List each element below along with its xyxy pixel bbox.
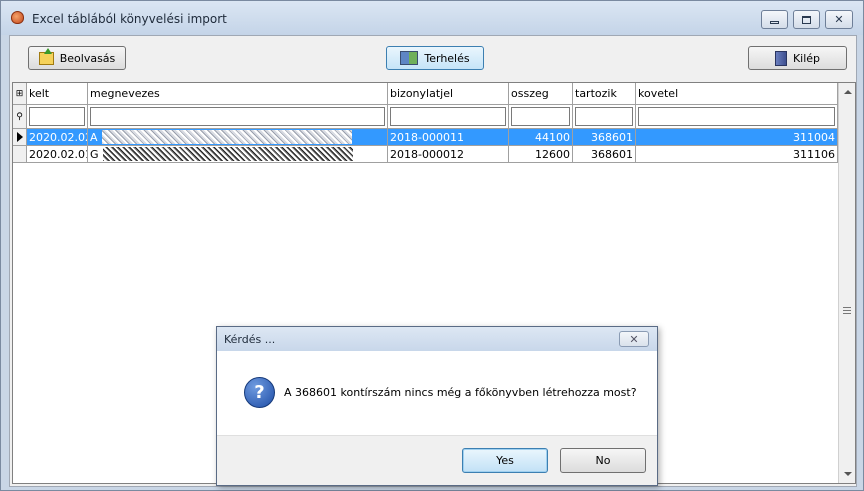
- scroll-grip-icon: [843, 307, 851, 314]
- current-row-arrow-icon: [16, 132, 23, 142]
- filter-cell: [636, 105, 838, 129]
- dialog-close-button[interactable]: ✕: [619, 331, 649, 347]
- row-indicator: [13, 129, 27, 146]
- grid-header-row: ⊞ kelt megnevezes bizonylatjel osszeg ta…: [13, 83, 838, 105]
- cell-megnevezes-text: G: [90, 147, 99, 161]
- minimize-button[interactable]: [761, 10, 788, 29]
- col-header-megnevezes[interactable]: megnevezes: [88, 83, 388, 105]
- cell-bizonylatjel[interactable]: 2018-000011: [388, 129, 509, 146]
- door-icon: [774, 50, 787, 66]
- maximize-button[interactable]: [793, 10, 820, 29]
- filter-cell: [509, 105, 573, 129]
- post-button[interactable]: Terhelés: [386, 46, 484, 70]
- window-title: Excel táblából könyvelési import: [32, 12, 227, 26]
- title-bar: Excel táblából könyvelési import ✕: [1, 1, 863, 35]
- app-icon: [11, 11, 24, 24]
- col-header-kelt[interactable]: kelt: [27, 83, 88, 105]
- minimize-icon: [770, 21, 779, 24]
- maximize-icon: [802, 15, 811, 24]
- redacted-text: [102, 147, 353, 161]
- filter-kovetel-input[interactable]: [638, 107, 835, 126]
- grid-filter-row: ⚲: [13, 105, 838, 129]
- table-row[interactable]: 2020.02.02. A 2018-000011 44100 368601 3…: [13, 129, 838, 146]
- dialog-title-bar: Kérdés ... ✕: [217, 327, 657, 351]
- table-row[interactable]: 2020.02.01. G 2018-000012 12600 368601 3…: [13, 146, 838, 163]
- cell-tartozik[interactable]: 368601: [573, 129, 636, 146]
- cell-tartozik[interactable]: 368601: [573, 146, 636, 163]
- col-header-bizonylatjel[interactable]: bizonylatjel: [388, 83, 509, 105]
- no-button[interactable]: No: [560, 448, 646, 473]
- column-chooser-icon[interactable]: ⊞: [13, 83, 27, 105]
- yes-button[interactable]: Yes: [462, 448, 548, 473]
- filter-cell: [388, 105, 509, 129]
- post-button-label: Terhelés: [424, 51, 470, 65]
- col-header-tartozik[interactable]: tartozik: [573, 83, 636, 105]
- binoculars-icon: ⚲: [13, 105, 27, 129]
- cell-megnevezes[interactable]: G: [88, 146, 388, 163]
- cell-kovetel[interactable]: 311004: [636, 129, 838, 146]
- read-button[interactable]: Beolvasás: [28, 46, 126, 70]
- cell-megnevezes[interactable]: A: [88, 129, 388, 146]
- arrow-up-icon: [843, 90, 852, 94]
- redacted-text: [101, 130, 352, 144]
- filter-kelt-input[interactable]: [29, 107, 85, 126]
- scroll-up-button[interactable]: [840, 84, 855, 100]
- filter-megnevezes-input[interactable]: [90, 107, 385, 126]
- folder-open-icon: [38, 47, 54, 65]
- exit-button-label: Kilép: [792, 51, 821, 65]
- col-header-osszeg[interactable]: osszeg: [509, 83, 573, 105]
- scroll-down-button[interactable]: [840, 466, 855, 482]
- dialog-title: Kérdés ...: [224, 333, 276, 346]
- close-icon: ✕: [629, 332, 639, 346]
- exit-button[interactable]: Kilép: [748, 46, 847, 70]
- question-icon: ?: [244, 377, 275, 408]
- cell-megnevezes-text: A: [90, 130, 98, 144]
- filter-tartozik-input[interactable]: [575, 107, 633, 126]
- filter-osszeg-input[interactable]: [511, 107, 570, 126]
- row-indicator: [13, 146, 27, 163]
- read-button-label: Beolvasás: [59, 51, 116, 65]
- filter-bizonylatjel-input[interactable]: [390, 107, 506, 126]
- close-icon: ✕: [834, 13, 844, 26]
- cell-osszeg[interactable]: 44100: [509, 129, 573, 146]
- dialog-message: A 368601 kontírszám nincs még a főkönyvb…: [284, 386, 637, 399]
- question-dialog: Kérdés ... ✕ ? A 368601 kontírszám nincs…: [216, 326, 658, 486]
- dialog-body: ? A 368601 kontírszám nincs még a főköny…: [217, 351, 657, 435]
- cell-osszeg[interactable]: 12600: [509, 146, 573, 163]
- filter-cell: [88, 105, 388, 129]
- filter-cell: [573, 105, 636, 129]
- close-button[interactable]: ✕: [825, 10, 853, 29]
- col-header-kovetel[interactable]: kovetel: [636, 83, 838, 105]
- cell-bizonylatjel[interactable]: 2018-000012: [388, 146, 509, 163]
- arrow-down-icon: [843, 472, 852, 476]
- cell-kelt[interactable]: 2020.02.01.: [27, 146, 88, 163]
- transfer-icon: [400, 51, 419, 65]
- dialog-footer: Yes No: [217, 435, 657, 485]
- cell-kovetel[interactable]: 311106: [636, 146, 838, 163]
- filter-cell: [27, 105, 88, 129]
- cell-kelt[interactable]: 2020.02.02.: [27, 129, 88, 146]
- vertical-scrollbar[interactable]: [838, 83, 855, 483]
